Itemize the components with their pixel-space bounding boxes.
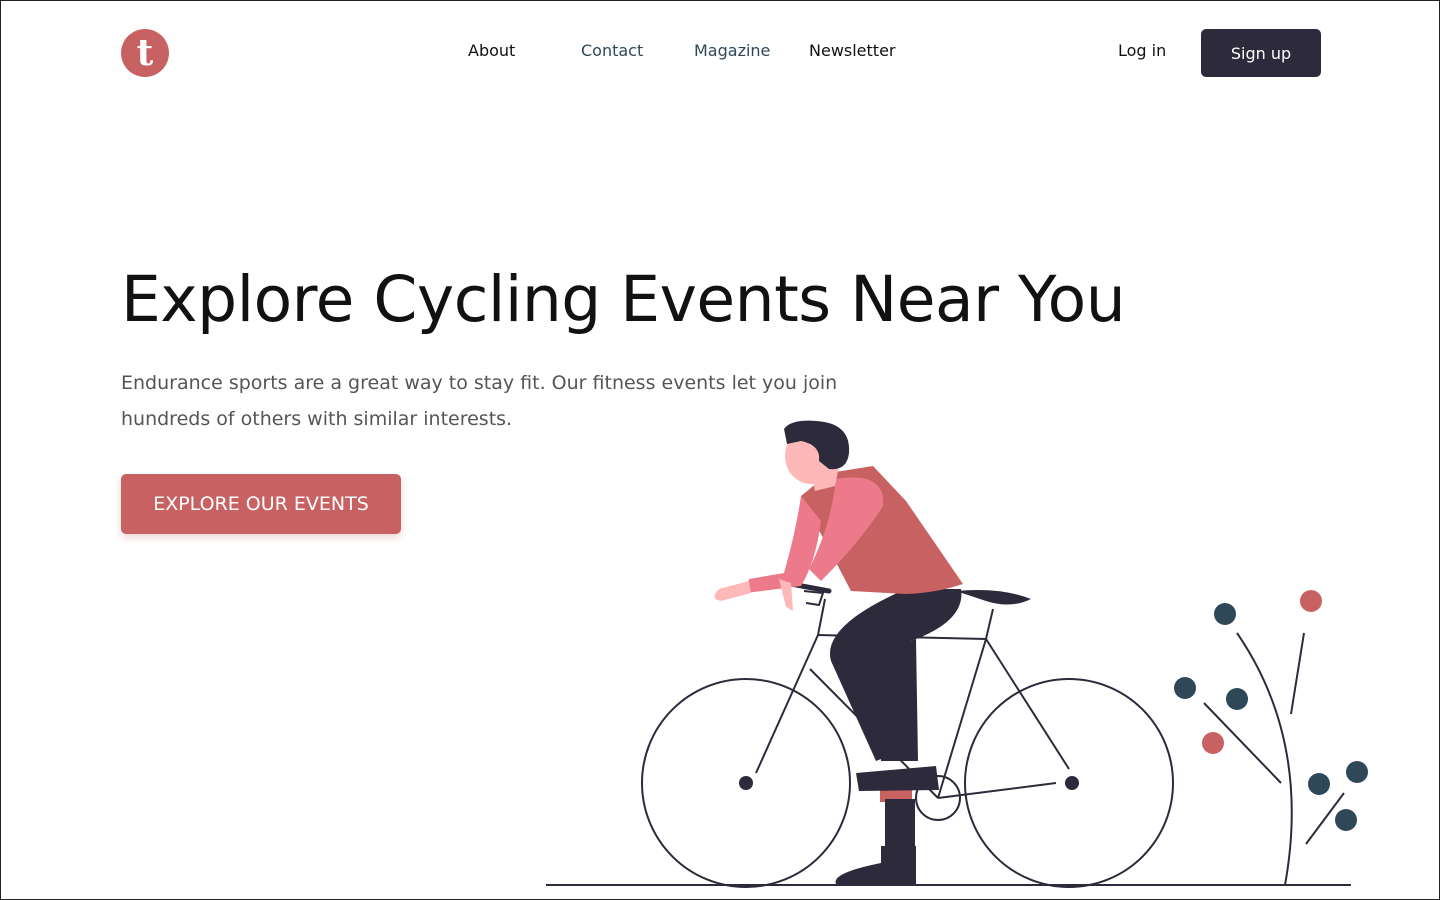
bike-seat — [956, 590, 1031, 605]
plant-berry — [1174, 677, 1196, 699]
login-link[interactable]: Log in — [1118, 41, 1166, 60]
brand-logo[interactable]: t — [121, 29, 169, 77]
plant-berry — [1226, 688, 1248, 710]
plant-berry — [1335, 809, 1357, 831]
plant — [1203, 632, 1345, 886]
plant-berry — [1346, 761, 1368, 783]
plant-berry — [1202, 732, 1224, 754]
rider-shoe-front — [835, 846, 916, 884]
rider-hand-right — [779, 579, 793, 611]
logo-letter: t — [136, 32, 154, 74]
nav-link-newsletter[interactable]: Newsletter — [809, 41, 896, 60]
rider-arm-left — [746, 496, 821, 593]
signup-button[interactable]: Sign up — [1201, 29, 1321, 77]
explore-events-button[interactable]: EXPLORE OUR EVENTS — [121, 474, 401, 534]
plant-berry — [1308, 773, 1330, 795]
nav-link-magazine[interactable]: Magazine — [694, 41, 770, 60]
nav-link-contact[interactable]: Contact — [581, 41, 643, 60]
front-hub — [1065, 776, 1079, 790]
cyclist-illustration — [546, 420, 1368, 888]
nav-link-about[interactable]: About — [468, 41, 515, 60]
rider-shoe-rear — [856, 766, 939, 791]
rider-lower-leg — [885, 799, 915, 849]
plant-berry — [1214, 603, 1236, 625]
rider-hand-left — [714, 581, 751, 601]
hero-title: Explore Cycling Events Near You — [121, 263, 1126, 336]
rear-hub — [739, 776, 753, 790]
plant-berry — [1300, 590, 1322, 612]
